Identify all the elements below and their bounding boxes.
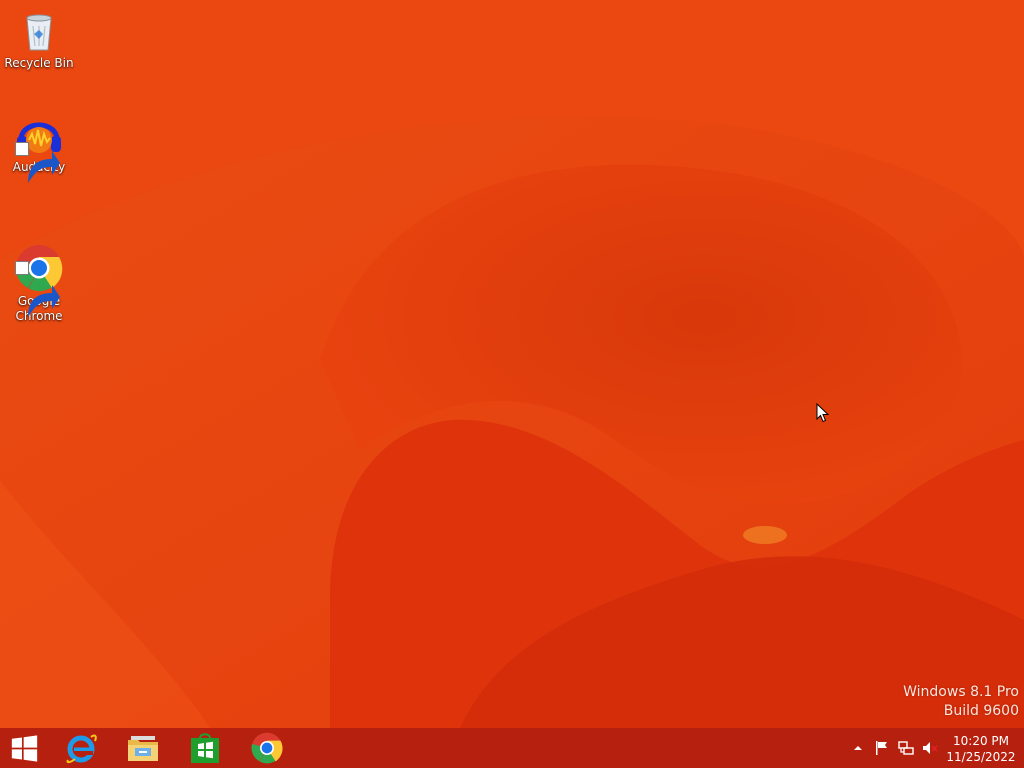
taskbar-google-chrome[interactable] xyxy=(240,728,294,768)
clock-time: 10:20 PM xyxy=(953,734,1009,748)
taskbar-clock[interactable]: 10:20 PM 11/25/2022 xyxy=(940,733,1022,765)
desktop-icon-audacity[interactable]: Audacity xyxy=(3,104,75,183)
taskbar-store[interactable] xyxy=(178,728,232,768)
file-explorer-icon xyxy=(128,736,158,761)
desktop-icon-recycle-bin[interactable]: Recycle Bin xyxy=(3,0,75,71)
internet-explorer-icon xyxy=(66,734,97,764)
network-icon[interactable] xyxy=(898,740,914,756)
clock-date: 11/25/2022 xyxy=(946,750,1016,764)
taskbar: 10:20 PM 11/25/2022 xyxy=(0,728,1024,768)
show-hidden-icons-chevron[interactable] xyxy=(850,740,866,756)
shortcut-arrow-icon xyxy=(15,261,60,317)
start-button[interactable] xyxy=(0,728,54,768)
desktop-wallpaper xyxy=(0,0,1024,728)
recycle-bin-icon xyxy=(26,14,52,51)
watermark-build: Build 9600 xyxy=(943,703,1019,719)
volume-muted-icon[interactable] xyxy=(922,740,938,756)
mouse-cursor-icon xyxy=(816,403,830,423)
store-icon xyxy=(191,733,219,763)
taskbar-internet-explorer[interactable] xyxy=(54,728,108,768)
desktop-icon-google-chrome[interactable]: Google Chrome xyxy=(3,208,75,339)
taskbar-file-explorer[interactable] xyxy=(116,728,170,768)
windows-logo-icon xyxy=(11,735,38,762)
windows-version-watermark: Windows 8.1 Pro Build 9600 xyxy=(903,684,1019,719)
chrome-icon xyxy=(251,732,283,764)
watermark-edition: Windows 8.1 Pro xyxy=(903,684,1019,700)
desktop-icon-label: Recycle Bin xyxy=(4,56,74,70)
action-center-flag-icon[interactable] xyxy=(874,740,890,756)
shortcut-arrow-icon xyxy=(15,142,60,183)
